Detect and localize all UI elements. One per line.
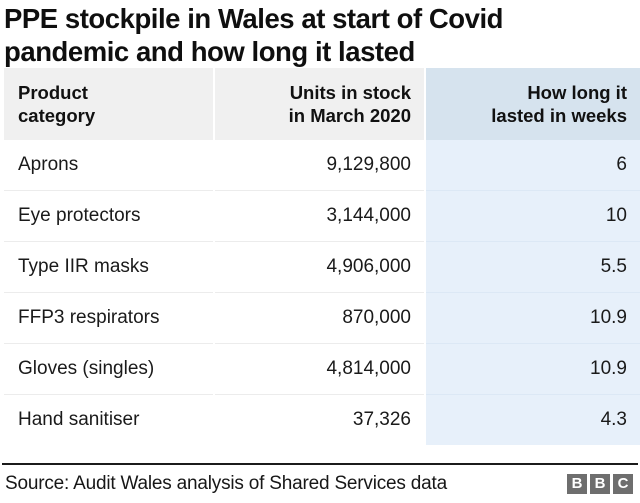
- table-row: Hand sanitiser 37,326 4.3: [4, 394, 640, 446]
- table-row: Type IIR masks 4,906,000 5.5: [4, 241, 640, 294]
- cell-product-category: Hand sanitiser: [4, 394, 215, 446]
- cell-units-in-stock: 870,000: [214, 292, 426, 345]
- cell-weeks-lasted: 10: [425, 190, 640, 243]
- table-row: FFP3 respirators 870,000 10.9: [4, 292, 640, 345]
- table-header: Product category Units in stock in March…: [4, 68, 640, 141]
- ppe-stockpile-infographic: PPE stockpile in Wales at start of Covid…: [0, 0, 640, 503]
- cell-weeks-lasted: 10.9: [425, 292, 640, 345]
- page-title: PPE stockpile in Wales at start of Covid…: [4, 3, 504, 67]
- cell-weeks-lasted: 6: [425, 140, 640, 192]
- title-block: PPE stockpile in Wales at start of Covid…: [0, 0, 640, 68]
- table-container: Product category Units in stock in March…: [0, 68, 640, 463]
- cell-product-category: Eye protectors: [4, 190, 215, 243]
- cell-units-in-stock: 37,326: [214, 394, 426, 446]
- source-attribution: Source: Audit Wales analysis of Shared S…: [5, 473, 447, 494]
- cell-units-in-stock: 9,129,800: [214, 140, 426, 192]
- cell-weeks-lasted: 5.5: [425, 241, 640, 294]
- cell-product-category: Type IIR masks: [4, 241, 215, 294]
- bbc-logo-letter-b2: B: [590, 474, 610, 494]
- bbc-logo: B B C: [567, 474, 635, 494]
- cell-weeks-lasted: 4.3: [425, 394, 640, 446]
- cell-units-in-stock: 4,906,000: [214, 241, 426, 294]
- column-header-product-category: Product category: [4, 68, 215, 141]
- cell-units-in-stock: 4,814,000: [214, 343, 426, 396]
- cell-units-in-stock: 3,144,000: [214, 190, 426, 243]
- table-row: Gloves (singles) 4,814,000 10.9: [4, 343, 640, 396]
- cell-product-category: Gloves (singles): [4, 343, 215, 396]
- bbc-logo-letter-b1: B: [567, 474, 587, 494]
- cell-product-category: FFP3 respirators: [4, 292, 215, 345]
- column-header-units-in-stock: Units in stock in March 2020: [214, 68, 426, 141]
- bbc-logo-letter-c: C: [613, 474, 633, 494]
- ppe-stockpile-table: Product category Units in stock in March…: [4, 68, 640, 446]
- cell-weeks-lasted: 10.9: [425, 343, 640, 396]
- table-header-row: Product category Units in stock in March…: [4, 68, 640, 141]
- table-body: Aprons 9,129,800 6 Eye protectors 3,144,…: [4, 140, 640, 446]
- table-row: Eye protectors 3,144,000 10: [4, 190, 640, 243]
- footer: Source: Audit Wales analysis of Shared S…: [0, 465, 640, 503]
- column-header-weeks-lasted: How long it lasted in weeks: [425, 68, 640, 141]
- cell-product-category: Aprons: [4, 140, 215, 192]
- table-row: Aprons 9,129,800 6: [4, 140, 640, 192]
